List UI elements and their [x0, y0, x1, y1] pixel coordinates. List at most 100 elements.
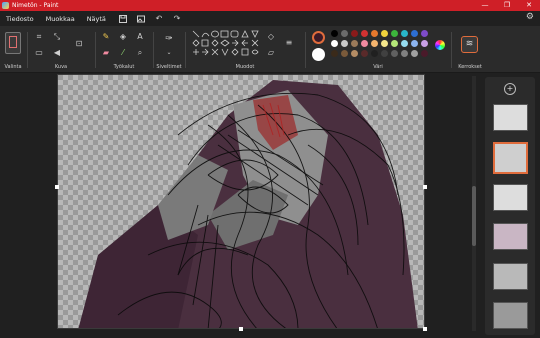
color-swatch[interactable] [391, 40, 398, 47]
color-swatch[interactable] [391, 50, 398, 57]
canvas-resize-handle[interactable] [423, 327, 427, 331]
color-swatch[interactable] [391, 30, 398, 37]
group-label-layers: Kerrokset [458, 64, 482, 70]
color-swatch[interactable] [341, 50, 348, 57]
group-layers: ≋ Kerrokset [452, 26, 488, 73]
layers-icon: ≋ [465, 39, 474, 49]
redo-icon[interactable]: ↷ [170, 13, 184, 25]
color-swatch[interactable] [401, 30, 408, 37]
group-label-shapes: Muodot [235, 64, 255, 70]
flip-icon[interactable]: ▭ [34, 48, 44, 58]
layer-thumbnail[interactable] [493, 302, 528, 329]
group-colors: Väri [306, 26, 450, 73]
color-swatch[interactable] [411, 30, 418, 37]
close-button[interactable]: ✕ [518, 0, 540, 11]
color-swatch[interactable] [361, 40, 368, 47]
group-label-colors: Väri [373, 64, 383, 70]
color-swatch[interactable] [341, 40, 348, 47]
layer-thumbnail-selected[interactable] [493, 142, 528, 174]
color-swatch[interactable] [421, 30, 428, 37]
menu-file[interactable]: Tiedosto [6, 15, 34, 23]
color-swatch[interactable] [381, 40, 388, 47]
layer-thumbnail[interactable] [493, 263, 528, 290]
title-bar: Nimetön - Paint — ❐ ✕ [0, 0, 540, 11]
artwork [78, 80, 418, 328]
color-swatch[interactable] [381, 30, 388, 37]
group-selection: Valinta [0, 26, 26, 73]
color-swatch[interactable] [351, 50, 358, 57]
brush-icon[interactable]: ✑ [164, 34, 174, 44]
primary-color-swatch[interactable] [312, 31, 325, 44]
save-icon[interactable] [116, 13, 130, 25]
group-tools: ✎ ◈ A ▰ ⁄ ⌕ Työkalut [96, 26, 152, 73]
group-label-image: Kuva [54, 64, 68, 70]
chevron-down-icon[interactable]: ⌄ [164, 48, 174, 58]
canvas-resize-handle[interactable] [239, 327, 243, 331]
color-swatch[interactable] [341, 30, 348, 37]
layer-thumbnail[interactable] [493, 104, 528, 131]
color-swatch[interactable] [331, 30, 338, 37]
color-swatch[interactable] [331, 40, 338, 47]
layer-thumbnail[interactable] [493, 184, 528, 211]
color-swatch[interactable] [361, 50, 368, 57]
selection-tool-button[interactable] [5, 32, 21, 54]
color-swatch[interactable] [411, 50, 418, 57]
secondary-color-swatch[interactable] [312, 48, 325, 61]
shapes-gallery[interactable] [192, 30, 262, 62]
color-swatch[interactable] [351, 30, 358, 37]
canvas-resize-handle[interactable] [55, 185, 59, 189]
resize-icon[interactable]: ⤡ [52, 32, 62, 42]
canvas-resize-handle[interactable] [423, 185, 427, 189]
group-label-brushes: Siveltimet [156, 64, 182, 70]
image-select-icon[interactable]: ⊡ [74, 39, 84, 49]
add-layer-button[interactable]: + [504, 83, 516, 95]
paint-app-icon [2, 2, 9, 9]
menu-view[interactable]: Näytä [87, 15, 106, 23]
edit-colors-icon[interactable] [435, 40, 445, 50]
color-swatch[interactable] [371, 40, 378, 47]
color-swatch[interactable] [361, 30, 368, 37]
gallery-icon[interactable] [134, 13, 148, 25]
pencil-icon[interactable]: ✎ [101, 32, 111, 42]
scrollbar-thumb[interactable] [472, 186, 476, 246]
fill-bucket-icon[interactable]: ◈ [118, 32, 128, 42]
vertical-scrollbar[interactable] [472, 76, 476, 331]
rotate-icon[interactable]: ◀ [52, 48, 62, 58]
canvas-area [0, 73, 477, 338]
crop-icon[interactable]: ⌗ [34, 32, 44, 42]
drawing-canvas[interactable] [57, 74, 425, 329]
shape-outline-icon[interactable]: ◇ [266, 32, 276, 42]
color-swatch[interactable] [411, 40, 418, 47]
window-controls: — ❐ ✕ [474, 0, 540, 11]
shape-fill-icon[interactable]: ▱ [266, 48, 276, 58]
maximize-button[interactable]: ❐ [496, 0, 518, 11]
group-image: ⌗ ⤡ ▭ ◀ ⊡ Kuva [28, 26, 94, 73]
ribbon-toolbar: Valinta ⌗ ⤡ ▭ ◀ ⊡ Kuva ✎ ◈ A ▰ ⁄ ⌕ Työka… [0, 26, 540, 73]
window-title: Nimetön - Paint [12, 2, 59, 9]
group-shapes: ◇ ▱ ≡ Muodot [186, 26, 304, 73]
menu-bar: Tiedosto Muokkaa Näytä ↶ ↷ ⚙ [0, 11, 540, 26]
undo-icon[interactable]: ↶ [152, 13, 166, 25]
color-swatch[interactable] [381, 50, 388, 57]
eraser-icon[interactable]: ▰ [101, 48, 111, 58]
color-picker-icon[interactable]: ⁄ [118, 48, 128, 58]
text-tool-icon[interactable]: A [135, 32, 145, 42]
color-swatch[interactable] [401, 40, 408, 47]
color-palette [331, 30, 441, 60]
color-swatch[interactable] [371, 30, 378, 37]
magnifier-icon[interactable]: ⌕ [135, 48, 145, 58]
color-swatch[interactable] [401, 50, 408, 57]
layers-panel: + [485, 77, 535, 335]
color-swatch[interactable] [331, 50, 338, 57]
shape-size-icon[interactable]: ≡ [284, 38, 294, 48]
menu-edit[interactable]: Muokkaa [46, 15, 75, 23]
group-brushes: ✑ ⌄ Siveltimet [154, 26, 184, 73]
color-swatch[interactable] [421, 40, 428, 47]
color-swatch[interactable] [371, 50, 378, 57]
color-swatch[interactable] [421, 50, 428, 57]
layers-toggle-button[interactable]: ≋ [461, 36, 478, 53]
minimize-button[interactable]: — [474, 0, 496, 11]
layer-thumbnail[interactable] [493, 223, 528, 250]
color-swatch[interactable] [351, 40, 358, 47]
settings-gear-icon[interactable]: ⚙ [526, 12, 534, 22]
